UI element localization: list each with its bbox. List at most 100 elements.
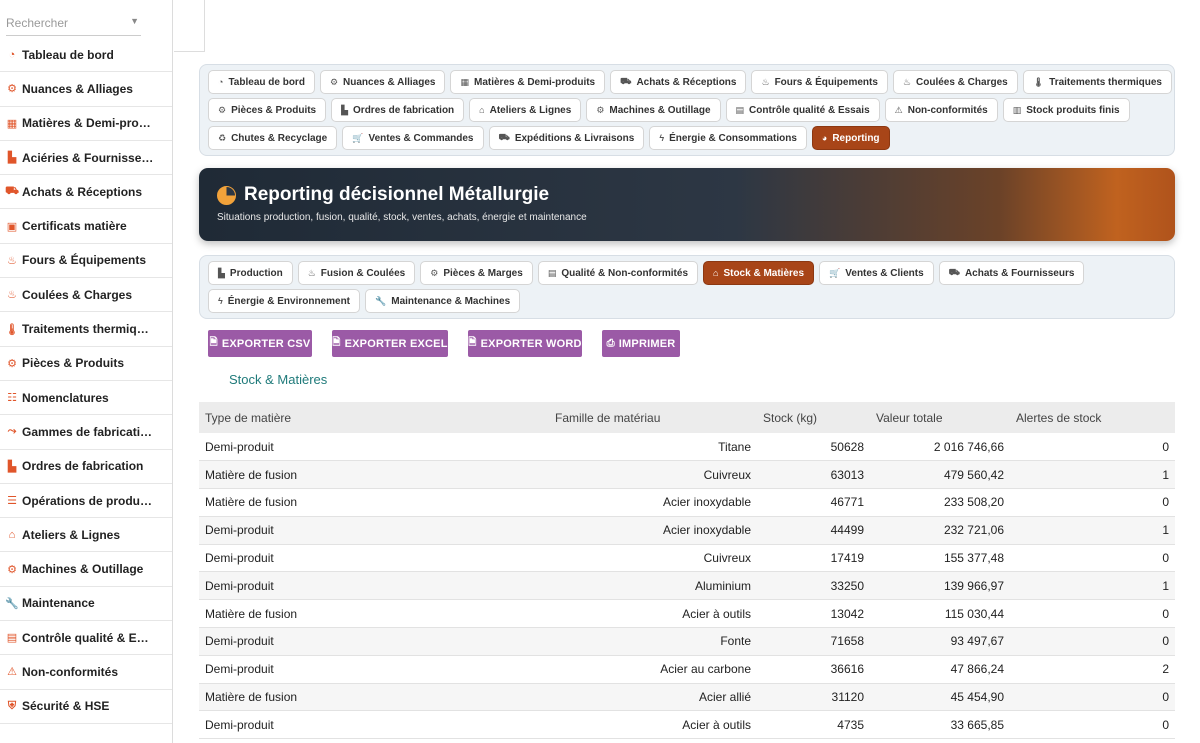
table-row: Demi-produit Fonte 71658 93 497,67 0 xyxy=(199,627,1175,656)
industry-icon: ▙ xyxy=(341,104,349,115)
print-button[interactable]: ⎙ IMPRIMER xyxy=(602,330,680,357)
column-header[interactable]: Alertes de stock xyxy=(1010,402,1175,433)
tab[interactable]: ♨ Fusion & Coulées xyxy=(297,261,416,285)
sidebar-item-label: Nomenclatures xyxy=(22,390,109,405)
table-cell: 46771 xyxy=(757,488,870,517)
tab-label: Traitements thermiques xyxy=(1049,76,1162,88)
sidebar-item[interactable]: ▣ Certificats matière xyxy=(0,209,172,244)
sidebar-item[interactable]: ♨ Fours & Équipements xyxy=(0,244,172,279)
sidebar-item-label: Ateliers & Lignes xyxy=(22,527,121,542)
sidebar-item[interactable]: ⚙ Machines & Outillage xyxy=(0,552,172,587)
tab-label: Production xyxy=(229,267,283,279)
sidebar-item[interactable]: ◔ Tableau de bord xyxy=(0,38,172,73)
tab[interactable]: ▥ Stock produits finis xyxy=(1002,98,1130,122)
tab[interactable]: ♨ Fours & Équipements xyxy=(751,70,888,94)
tab[interactable]: ⛟ Expéditions & Livraisons xyxy=(488,126,645,150)
tab[interactable]: ⚙ Machines & Outillage xyxy=(586,98,721,122)
table-cell: 17419 xyxy=(757,544,870,573)
sidebar-item[interactable]: ⚙ Nuances & Alliages xyxy=(0,72,172,107)
sidebar-item[interactable]: ⌂ Ateliers & Lignes xyxy=(0,518,172,553)
table-cell: 1 xyxy=(1010,460,1175,490)
sidebar-item[interactable]: ⚙ Pièces & Produits xyxy=(0,347,172,381)
sidebar-item[interactable]: ▦ Matières & Demi-pro… xyxy=(0,107,172,141)
column-header[interactable]: Stock (kg) xyxy=(757,402,870,433)
dashboard-icon: ◔ xyxy=(218,77,224,87)
sidebar-item[interactable]: 🔧 Maintenance xyxy=(0,587,172,622)
column-header[interactable]: Famille de matériau xyxy=(549,402,757,433)
warning-icon: ⚠ xyxy=(894,104,903,115)
tab[interactable]: ▦ Matières & Demi-produits xyxy=(450,70,606,94)
tab[interactable]: ⚠ Non-conformités xyxy=(884,98,998,122)
tab-label: Fours & Équipements xyxy=(774,76,878,88)
tab[interactable]: ⌂ Stock & Matières xyxy=(703,261,815,285)
tab[interactable]: ▙ Ordres de fabrication xyxy=(331,98,465,122)
sidebar-item[interactable]: ♨ Coulées & Charges xyxy=(0,278,172,313)
tab[interactable]: ♨ Coulées & Charges xyxy=(892,70,1018,94)
sidebar-item[interactable]: ⛨ Sécurité & HSE xyxy=(0,690,172,724)
fire-burner-icon: ♨ xyxy=(307,267,316,278)
stock-table: Type de matière Famille de matériau Stoc… xyxy=(199,402,1175,740)
sidebar-item[interactable]: ⛟ Achats & Réceptions xyxy=(0,175,172,210)
table-row: Demi-produit Acier au carbone 36616 47 866,… xyxy=(199,655,1175,684)
wrench-icon: 🔧 xyxy=(5,597,19,610)
export-excel-button[interactable]: 🗎 EXPORTER EXCEL xyxy=(332,330,448,357)
tab-label: Non-conformités xyxy=(907,104,988,116)
column-header[interactable]: Type de matière xyxy=(199,402,549,433)
table-row: Matière de fusion Acier inoxydable 46771 23… xyxy=(199,488,1175,517)
tab[interactable]: ⛟ Achats & Fournisseurs xyxy=(938,261,1085,285)
report-banner: Reporting décisionnel Métallurgie Situat… xyxy=(199,168,1175,241)
tab[interactable]: ϟ Énergie & Consommations xyxy=(649,126,807,150)
sidebar-item[interactable]: ▙ Aciéries & Fournisse… xyxy=(0,141,172,176)
table-cell: Cuivreux xyxy=(549,460,757,490)
file-icon: 🗎 xyxy=(332,337,341,348)
tab[interactable]: ♻ Chutes & Recyclage xyxy=(208,126,338,150)
sidebar-item[interactable]: ☷ Nomenclatures xyxy=(0,381,172,416)
tab[interactable]: ⛟ Achats & Réceptions xyxy=(610,70,747,94)
tab[interactable]: ⚙ Pièces & Marges xyxy=(420,261,533,285)
sidebar-item[interactable]: ⚠ Non-conformités xyxy=(0,655,172,690)
sidebar-item[interactable]: 🌡 Traitements thermiq… xyxy=(0,312,172,347)
tab[interactable]: ◕ Reporting xyxy=(811,126,890,150)
tab[interactable]: 🌡 Traitements thermiques xyxy=(1022,70,1172,94)
sidebar-item-label: Coulées & Charges xyxy=(22,287,133,302)
sidebar-item-label: Aciéries & Fournisse… xyxy=(22,150,154,165)
shipping-icon: ⛟ xyxy=(498,132,510,142)
table-row: Matière de fusion Cuivreux 63013 479 560,42… xyxy=(199,460,1175,490)
table-cell: 0 xyxy=(1010,599,1175,629)
tab[interactable]: 🛒 Ventes & Clients xyxy=(819,261,934,285)
tab[interactable]: ◔ Tableau de bord xyxy=(208,70,315,94)
table-cell: 93 497,67 xyxy=(870,627,1010,656)
tab[interactable]: 🔧 Maintenance & Machines xyxy=(365,289,521,313)
tab-label: Pièces & Marges xyxy=(443,267,523,279)
tab[interactable]: ⚙ Pièces & Produits xyxy=(208,98,327,122)
bolt-icon: ϟ xyxy=(659,133,665,143)
pie-chart-icon: ◕ xyxy=(821,133,828,143)
tab-label: Achats & Fournisseurs xyxy=(964,267,1075,279)
tab[interactable]: ▤ Qualité & Non-conformités xyxy=(537,261,699,285)
search-box[interactable]: ▼ xyxy=(6,14,141,36)
tab[interactable]: ⚙ Nuances & Alliages xyxy=(319,70,446,94)
table-cell: Matière de fusion xyxy=(199,488,549,517)
tab[interactable]: ▤ Contrôle qualité & Essais xyxy=(725,98,880,122)
sidebar-item[interactable]: ▙ Ordres de fabrication xyxy=(0,450,172,484)
column-header[interactable]: Valeur totale xyxy=(870,402,1010,433)
tab[interactable]: ▙ Production xyxy=(208,261,293,285)
table-cell: 1 xyxy=(1010,571,1175,601)
chevron-down-icon[interactable]: ▼ xyxy=(130,16,139,26)
sidebar-item-label: Opérations de produ… xyxy=(22,493,153,508)
export-csv-label: EXPORTER CSV xyxy=(221,337,311,350)
tab[interactable]: ⌂ Ateliers & Lignes xyxy=(469,98,582,122)
table-cell: 232 721,06 xyxy=(870,516,1010,545)
tab-row: ▙ Production ♨ Fusion & Coulées ⚙ Pièces & Ma… xyxy=(208,261,1166,285)
tab[interactable]: ϟ Énergie & Environnement xyxy=(208,289,361,313)
cubes-icon: ▦ xyxy=(6,117,18,130)
tab[interactable]: 🛒 Ventes & Commandes xyxy=(342,126,484,150)
sidebar-item[interactable]: ⤳ Gammes de fabricati… xyxy=(0,415,172,450)
table-row: Demi-produit Titane 50628 2 016 746,66 0 xyxy=(199,433,1175,462)
export-word-button[interactable]: 🗎 EXPORTER WORD xyxy=(468,330,582,357)
sidebar-item[interactable]: ☰ Opérations de produ… xyxy=(0,484,172,519)
sidebar: ▼ ◔ Tableau de bord ⚙ Nuances & Alliages ▦ Ma… xyxy=(0,0,173,743)
search-input[interactable] xyxy=(6,16,126,30)
sidebar-item[interactable]: ▤ Contrôle qualité & E… xyxy=(0,621,172,656)
export-csv-button[interactable]: 🗎 EXPORTER CSV xyxy=(208,330,312,357)
